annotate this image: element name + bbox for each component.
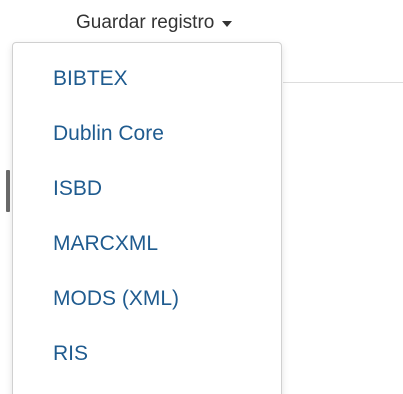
save-record-label: Guardar registro — [76, 12, 215, 33]
menu-item-mods-xml[interactable]: MODS (XML) — [53, 284, 179, 314]
menu-item-marcxml[interactable]: MARCXML — [53, 229, 158, 259]
background-tab-marker — [6, 170, 10, 212]
save-format-menu: BIBTEX Dublin Core ISBD MARCXML MODS (XM… — [12, 42, 282, 394]
menu-item-ris[interactable]: RIS — [53, 339, 88, 369]
page: Guardar registro BIBTEX Dublin Core ISBD… — [0, 0, 403, 394]
menu-item-bibtex[interactable]: BIBTEX — [53, 64, 128, 94]
background-divider — [283, 82, 403, 83]
menu-item-dublin-core[interactable]: Dublin Core — [53, 119, 164, 149]
menu-item-isbd[interactable]: ISBD — [53, 174, 102, 204]
caret-down-icon — [222, 21, 233, 27]
save-record-dropdown-toggle[interactable]: Guardar registro — [76, 8, 233, 38]
